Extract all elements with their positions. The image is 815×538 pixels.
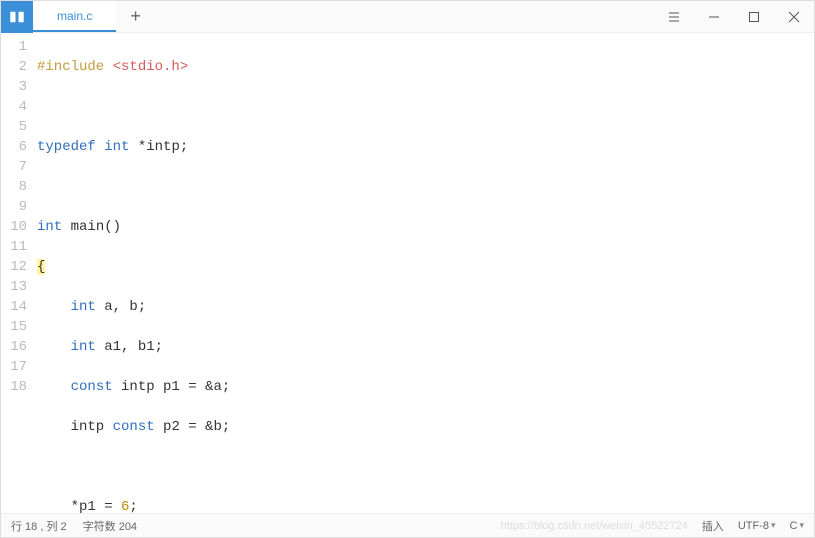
- chevron-down-icon: ▾: [799, 520, 804, 531]
- insert-mode[interactable]: 插入: [702, 518, 724, 534]
- char-count: 字符数 204: [83, 518, 137, 534]
- maximize-button[interactable]: [734, 1, 774, 32]
- encoding-selector[interactable]: UTF-8 ▾: [738, 520, 776, 532]
- status-bar: 行 18 , 列 2 字符数 204 https://blog.csdn.net…: [1, 513, 814, 537]
- line-gutter: 123 456 789 101112 131415 161718: [1, 37, 37, 513]
- menu-button[interactable]: [654, 1, 694, 32]
- titlebar: main.c +: [1, 1, 814, 33]
- close-button[interactable]: [774, 1, 814, 32]
- app-icon: [1, 1, 33, 33]
- plus-icon: +: [130, 6, 141, 27]
- window-controls: [654, 1, 814, 32]
- language-selector[interactable]: C ▾: [790, 520, 804, 532]
- code-area[interactable]: #include <stdio.h> typedef int *intp; in…: [37, 37, 814, 513]
- minimize-button[interactable]: [694, 1, 734, 32]
- chevron-down-icon: ▾: [771, 520, 776, 531]
- tab-label: main.c: [57, 9, 92, 23]
- tab-bar: main.c +: [33, 1, 155, 32]
- cursor-position: 行 18 , 列 2: [11, 518, 67, 534]
- new-tab-button[interactable]: +: [116, 1, 155, 32]
- tab-main-c[interactable]: main.c: [33, 1, 116, 32]
- code-editor[interactable]: 123 456 789 101112 131415 161718 #includ…: [1, 33, 814, 513]
- watermark: https://blog.csdn.net/weixin_45522724: [501, 520, 688, 532]
